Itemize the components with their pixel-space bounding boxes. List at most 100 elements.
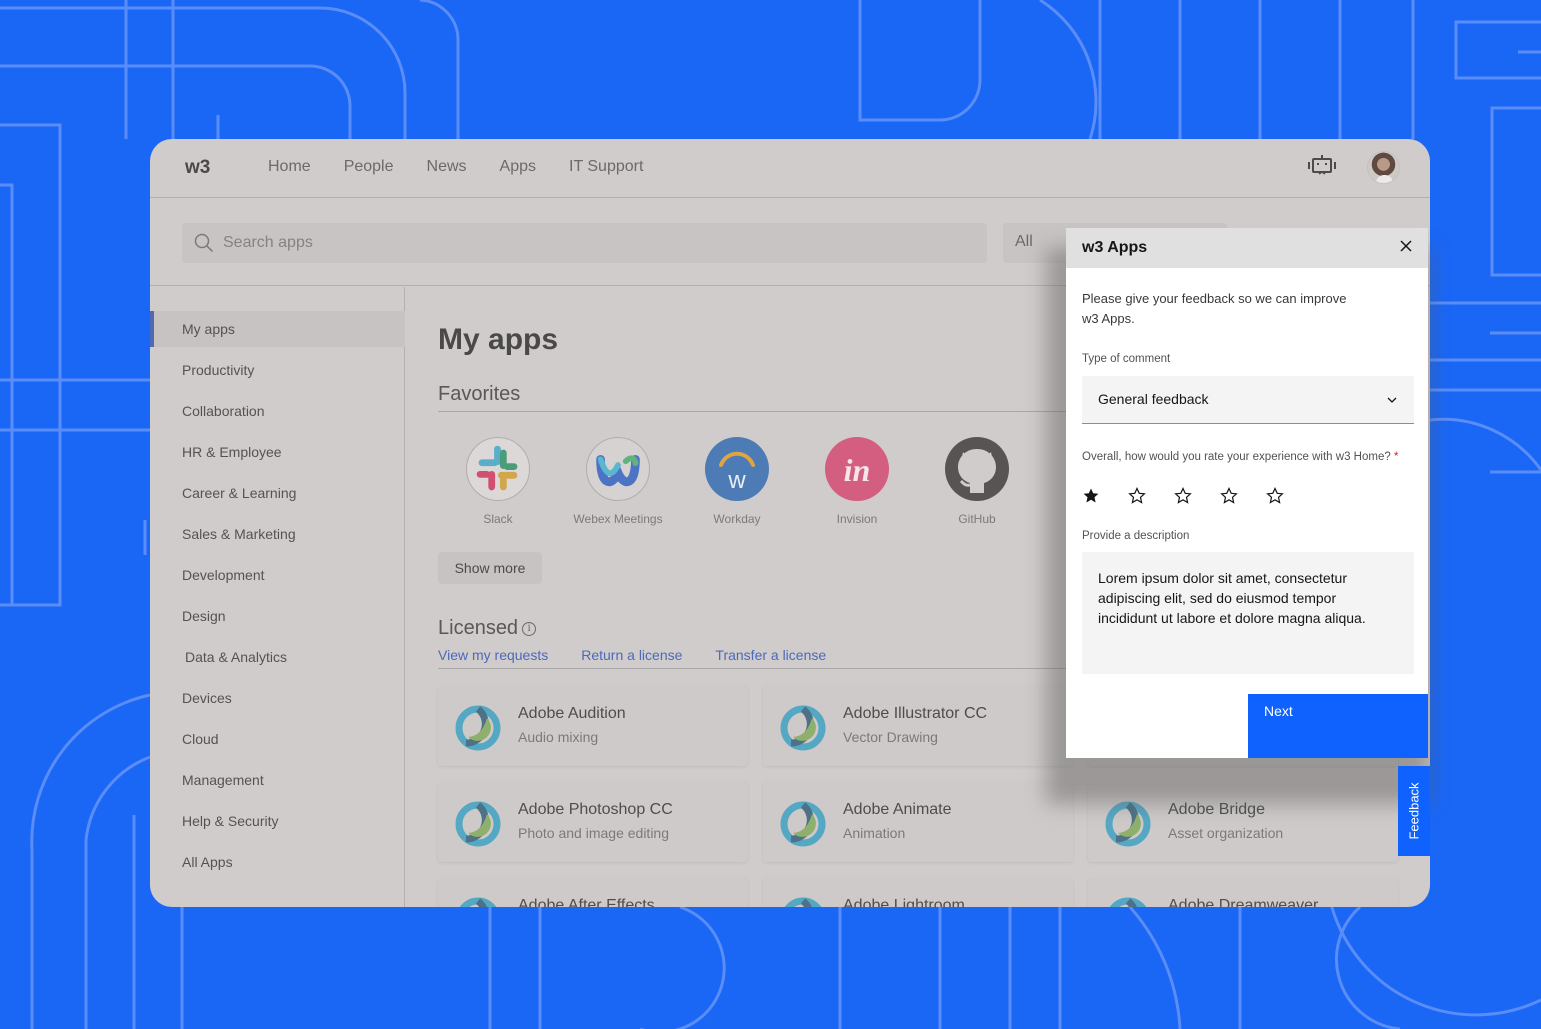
modal-intro-text: Please give your feedback so we can impr… xyxy=(1082,291,1347,326)
transfer-license-link[interactable]: Transfer a license xyxy=(715,647,826,663)
favorite-app-github[interactable]: GitHub xyxy=(927,437,1027,526)
nav-link-people[interactable]: People xyxy=(344,158,394,176)
app-name: Adobe Dreamweaver xyxy=(1168,897,1319,907)
favorite-app-workday[interactable]: w Workday xyxy=(687,437,787,526)
feedback-tab-label: Feedback xyxy=(1406,782,1422,840)
slack-icon xyxy=(466,437,530,501)
top-navigation: w3 Home People News Apps IT Support xyxy=(150,139,1430,198)
app-name: Adobe Audition xyxy=(518,705,626,722)
sidebar-item-career-learning[interactable]: Career & Learning xyxy=(150,475,405,511)
favorite-app-webex[interactable]: Webex Meetings xyxy=(568,437,668,526)
nav-link-it-support[interactable]: IT Support xyxy=(569,158,643,176)
comment-type-value: General feedback xyxy=(1098,391,1209,407)
licensed-app-card[interactable]: Adobe Lightroom xyxy=(763,878,1073,907)
webex-icon xyxy=(586,437,650,501)
app-description: Vector Drawing xyxy=(843,729,938,745)
search-input[interactable] xyxy=(223,234,963,252)
app-logo-icon xyxy=(455,801,501,847)
return-license-link[interactable]: Return a license xyxy=(581,647,682,663)
workday-icon: w xyxy=(705,437,769,501)
sidebar-item-my-apps[interactable]: My apps xyxy=(150,311,405,347)
nav-link-news[interactable]: News xyxy=(427,158,467,176)
star-outline-icon[interactable] xyxy=(1220,487,1238,505)
comment-type-select[interactable]: General feedback xyxy=(1082,376,1414,424)
licensed-app-card[interactable]: Adobe After Effects xyxy=(438,878,748,907)
sidebar-item-devices[interactable]: Devices xyxy=(150,680,405,716)
close-icon[interactable] xyxy=(1398,238,1414,254)
nav-actions xyxy=(1307,151,1400,184)
app-name: Adobe After Effects xyxy=(518,897,655,907)
licensed-heading-text: Licensed xyxy=(438,617,519,639)
show-more-button[interactable]: Show more xyxy=(438,552,542,584)
nav-link-home[interactable]: Home xyxy=(268,158,311,176)
app-logo-icon xyxy=(784,897,822,907)
app-description: Animation xyxy=(843,825,906,841)
star-outline-icon[interactable] xyxy=(1266,487,1284,505)
app-description: Photo and image editing xyxy=(518,825,669,841)
modal-title: w3 Apps xyxy=(1082,239,1148,256)
nav-links: Home People News Apps IT Support xyxy=(268,158,676,176)
view-my-requests-link[interactable]: View my requests xyxy=(438,647,548,663)
sidebar-item-cloud[interactable]: Cloud xyxy=(150,721,405,757)
next-button[interactable]: Next xyxy=(1248,694,1428,758)
app-logo-icon xyxy=(1109,897,1147,907)
licensed-app-card[interactable]: Adobe Audition Audio mixing xyxy=(438,686,748,766)
star-rating xyxy=(1082,487,1312,505)
license-links: View my requests Return a license Transf… xyxy=(438,647,859,663)
feedback-tab-button[interactable]: Feedback xyxy=(1398,766,1430,856)
favorites-heading: Favorites xyxy=(438,383,521,405)
sidebar-item-hr-employee[interactable]: HR & Employee xyxy=(150,434,405,470)
sidebar-item-sales-marketing[interactable]: Sales & Marketing xyxy=(150,516,405,552)
sidebar-item-management[interactable]: Management xyxy=(150,762,405,798)
page-title: My apps xyxy=(438,323,559,356)
brand-logo[interactable]: w3 xyxy=(185,157,210,179)
star-filled-icon[interactable] xyxy=(1082,487,1100,505)
search-field[interactable] xyxy=(182,223,987,263)
licensed-app-card[interactable]: Adobe Illustrator CC Vector Drawing xyxy=(763,686,1073,766)
app-name: Adobe Animate xyxy=(843,801,952,818)
star-outline-icon[interactable] xyxy=(1174,487,1192,505)
favorite-app-slack[interactable]: Slack xyxy=(448,437,548,526)
github-icon xyxy=(945,437,1009,501)
svg-text:in: in xyxy=(844,452,871,488)
licensed-divider xyxy=(438,668,1128,669)
favorite-app-label: Slack xyxy=(483,512,513,526)
app-name: Adobe Illustrator CC xyxy=(843,705,988,722)
sidebar-item-all-apps[interactable]: All Apps xyxy=(150,844,405,880)
nav-link-apps[interactable]: Apps xyxy=(500,158,536,176)
app-logo-icon xyxy=(780,801,826,847)
sidebar-item-development[interactable]: Development xyxy=(150,557,405,593)
sidebar-item-help-security[interactable]: Help & Security xyxy=(150,803,405,839)
sidebar-item-collaboration[interactable]: Collaboration xyxy=(150,393,405,429)
sidebar-item-data-analytics[interactable]: Data & Analytics xyxy=(150,639,405,675)
licensed-app-card[interactable]: Adobe Dreamweaver xyxy=(1088,878,1398,907)
description-textarea[interactable]: Lorem ipsum dolor sit amet, consectetur … xyxy=(1082,552,1414,674)
app-description: Audio mixing xyxy=(518,729,599,745)
app-logo-icon xyxy=(455,705,501,751)
invision-icon: in xyxy=(825,437,889,501)
chatbot-icon[interactable] xyxy=(1307,154,1337,181)
app-name: Adobe Lightroom xyxy=(843,897,965,907)
app-logo-icon xyxy=(459,897,497,907)
sidebar-item-design[interactable]: Design xyxy=(150,598,405,634)
favorite-app-label: GitHub xyxy=(958,512,996,526)
favorite-app-label: Invision xyxy=(836,512,878,526)
info-icon[interactable]: i xyxy=(522,622,537,636)
rating-label-text: Overall, how would you rate your experie… xyxy=(1082,451,1391,463)
licensed-app-card[interactable]: Adobe Animate Animation xyxy=(763,782,1073,862)
modal-header: w3 Apps xyxy=(1066,228,1428,268)
favorites-divider xyxy=(438,411,1128,412)
sidebar-item-productivity[interactable]: Productivity xyxy=(150,352,405,388)
search-icon xyxy=(194,233,214,253)
category-sidebar: My apps Productivity Collaboration HR & … xyxy=(150,287,405,907)
user-avatar[interactable] xyxy=(1367,151,1400,184)
favorite-app-invision[interactable]: in Invision xyxy=(807,437,907,526)
favorite-app-label: Workday xyxy=(713,512,761,526)
app-description: Asset organization xyxy=(1168,825,1284,841)
star-outline-icon[interactable] xyxy=(1128,487,1146,505)
favorite-app-label: Webex Meetings xyxy=(573,512,663,526)
licensed-app-card[interactable]: Adobe Photoshop CC Photo and image editin… xyxy=(438,782,748,862)
description-label: Provide a description xyxy=(1082,530,1190,542)
licensed-heading: Licensed i xyxy=(438,617,537,640)
rating-label: Overall, how would you rate your experie… xyxy=(1082,449,1402,465)
